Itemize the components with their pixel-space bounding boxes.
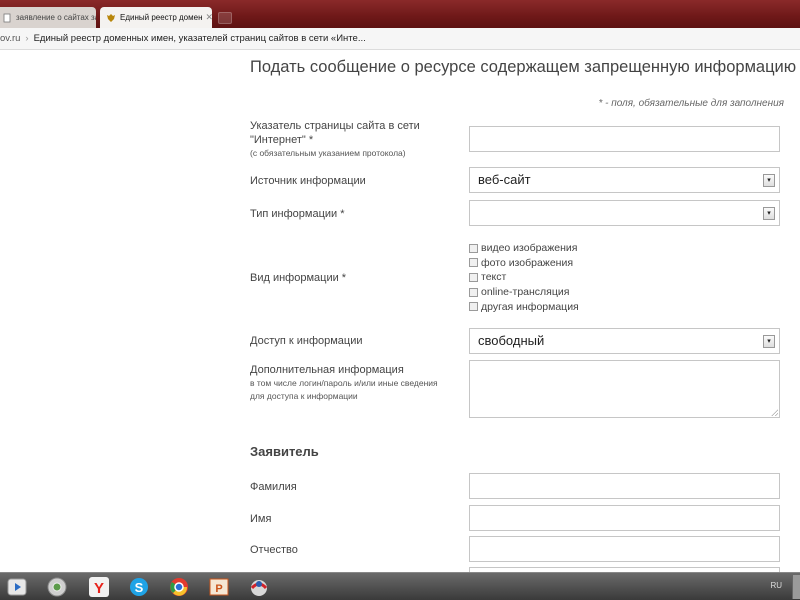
dropdown-arrow-icon[interactable]: ▾ bbox=[763, 207, 775, 220]
surname-label: Фамилия bbox=[250, 481, 297, 493]
tab-complaint[interactable]: заявление о сайтах за bbox=[0, 7, 96, 28]
tab-label: заявление о сайтах за bbox=[16, 13, 96, 22]
app-icon[interactable] bbox=[244, 576, 274, 598]
access-label: Доступ к информации bbox=[250, 335, 363, 347]
new-tab-button[interactable] bbox=[218, 12, 232, 24]
checkbox[interactable] bbox=[469, 258, 478, 268]
url-sublabel: (с обязательным указанием протокола) bbox=[250, 148, 406, 158]
resize-handle-icon[interactable] bbox=[771, 409, 778, 416]
skype-icon[interactable]: S bbox=[124, 576, 154, 598]
checkbox[interactable] bbox=[469, 302, 478, 312]
kind-label: Вид информации * bbox=[250, 272, 347, 284]
page-title: Подать сообщение о ресурсе содержащем за… bbox=[250, 58, 797, 76]
patronymic-label: Отчество bbox=[250, 544, 298, 556]
source-select-value: веб-сайт bbox=[478, 172, 531, 187]
name-input[interactable] bbox=[469, 505, 780, 531]
extra-info-textarea[interactable] bbox=[469, 360, 780, 418]
name-label: Имя bbox=[250, 513, 272, 525]
dropdown-arrow-icon[interactable]: ▾ bbox=[763, 174, 775, 187]
checkbox[interactable] bbox=[469, 272, 478, 282]
url-input[interactable] bbox=[469, 126, 780, 152]
checkbox-option[interactable]: текст bbox=[469, 270, 579, 285]
language-indicator[interactable]: RU bbox=[770, 581, 782, 590]
checkbox-label: другая информация bbox=[481, 300, 579, 313]
extra-sublabel-1: в том числе логин/пароль и/или иные свед… bbox=[250, 378, 438, 388]
svg-text:P: P bbox=[215, 583, 222, 595]
checkbox-label: текст bbox=[481, 271, 507, 284]
extra-sublabel-2: для доступа к информации bbox=[250, 391, 358, 401]
checkbox[interactable] bbox=[469, 243, 478, 253]
checkbox-label: online-трансляция bbox=[481, 286, 570, 299]
checkbox-option[interactable]: фото изображения bbox=[469, 256, 579, 271]
svg-text:S: S bbox=[135, 580, 144, 595]
dropdown-arrow-icon[interactable]: ▾ bbox=[763, 335, 775, 348]
extra-label-text: Дополнительная информация bbox=[250, 364, 404, 376]
checkbox-option[interactable]: другая информация bbox=[469, 299, 579, 314]
extra-label: Дополнительная информация в том числе ло… bbox=[250, 363, 455, 403]
browser-tab-strip: заявление о сайтах за Единый реестр доме… bbox=[0, 0, 800, 28]
address-bar[interactable]: ov.ru › Единый реестр доменных имен, ука… bbox=[0, 28, 800, 50]
address-domain: ov.ru bbox=[0, 33, 21, 44]
checkbox-label: видео изображения bbox=[481, 242, 578, 255]
applicant-section-title: Заявитель bbox=[250, 444, 319, 459]
checkbox[interactable] bbox=[469, 287, 478, 297]
surname-input[interactable] bbox=[469, 473, 780, 499]
powerpoint-icon[interactable]: P bbox=[204, 576, 234, 598]
type-select[interactable]: ▾ bbox=[469, 200, 780, 226]
yandex-browser-icon[interactable]: Y bbox=[84, 576, 114, 598]
document-icon bbox=[2, 13, 12, 23]
taskbar: Y S P RU bbox=[0, 572, 800, 600]
address-separator: › bbox=[25, 33, 29, 44]
kind-checkbox-group: видео изображения фото изображения текст… bbox=[469, 241, 579, 314]
url-label-text: Указатель страницы сайта в сети "Интерне… bbox=[250, 120, 420, 146]
required-fields-note: * - поля, обязательные для заполнения bbox=[598, 98, 784, 109]
type-label: Тип информации * bbox=[250, 208, 345, 220]
source-select[interactable]: веб-сайт ▾ bbox=[469, 167, 780, 193]
checkbox-option[interactable]: видео изображения bbox=[469, 241, 579, 256]
access-select[interactable]: свободный ▾ bbox=[469, 328, 780, 354]
patronymic-input[interactable] bbox=[469, 536, 780, 562]
screen: заявление о сайтах за Единый реестр доме… bbox=[0, 0, 800, 600]
address-page-title: Единый реестр доменных имен, указателей … bbox=[33, 33, 366, 44]
eagle-emblem-icon bbox=[106, 13, 116, 23]
tab-registry[interactable]: Единый реестр домен ✕ bbox=[100, 7, 212, 28]
media-player-icon[interactable] bbox=[2, 576, 32, 598]
url-label: Указатель страницы сайта в сети "Интерне… bbox=[250, 119, 450, 160]
show-desktop-button[interactable] bbox=[792, 575, 800, 599]
chrome-icon[interactable] bbox=[164, 576, 194, 598]
checkbox-label: фото изображения bbox=[481, 256, 574, 269]
svg-text:Y: Y bbox=[94, 580, 104, 597]
tab-label: Единый реестр домен bbox=[120, 13, 203, 22]
checkbox-option[interactable]: online-трансляция bbox=[469, 285, 579, 300]
chrome-like-icon[interactable] bbox=[42, 576, 72, 598]
access-select-value: свободный bbox=[478, 333, 545, 348]
source-label: Источник информации bbox=[250, 175, 366, 187]
close-tab-icon[interactable]: ✕ bbox=[203, 12, 213, 23]
